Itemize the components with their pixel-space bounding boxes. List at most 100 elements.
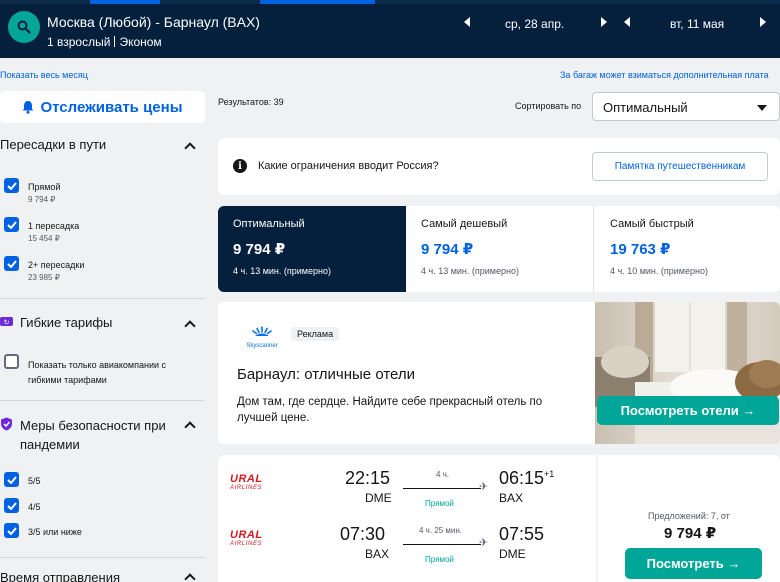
safety-3-checkbox[interactable]	[4, 523, 19, 538]
tab-cheapest[interactable]: Самый дешевый 9 794 ₽ 4 ч. 13 мин. (прим…	[406, 206, 594, 292]
sort-label: Сортировать по	[515, 101, 582, 111]
leg1-stops: Прямой	[425, 499, 454, 508]
one-stop-price: 15 454 ₽	[28, 234, 60, 243]
tab-fastest-price: 19 763 ₽	[610, 241, 671, 258]
safety-title[interactable]: Меры безопасности при пандемии	[20, 416, 180, 454]
route-title[interactable]: Москва (Любой) - Барнаул (BAX)	[47, 14, 260, 30]
view-hotels-button[interactable]: Посмотреть отели →	[597, 396, 779, 425]
ad-badge: Реклама	[291, 327, 340, 341]
details-separator	[114, 36, 116, 47]
cabin-label: Эконом	[119, 35, 162, 49]
leg2-stops: Прямой	[425, 555, 454, 564]
two-plus-stops-label: 2+ пересадки	[28, 260, 85, 270]
info-icon: i	[233, 159, 247, 173]
stops-filter-title[interactable]: Пересадки в пути	[0, 137, 106, 152]
svg-text:↻: ↻	[4, 319, 10, 327]
collapse-stops-chevron-icon[interactable]	[184, 142, 196, 154]
skyscanner-logo: Skyscanner	[240, 324, 284, 349]
dropdown-triangle-icon	[757, 105, 767, 111]
flight-price: 9 794 ₽	[664, 525, 717, 542]
checkmark-icon	[6, 501, 17, 510]
checkmark-icon	[6, 526, 17, 535]
two-plus-stops-checkbox[interactable]	[4, 256, 19, 271]
search-details[interactable]: 1 взрослый Эконом	[47, 35, 162, 49]
track-prices-label: Отслеживать цены	[40, 98, 183, 116]
collapse-safety-chevron-icon[interactable]	[184, 421, 196, 433]
flexible-ticket-icon: ↻	[0, 317, 13, 327]
direct-label: Прямой	[28, 182, 61, 192]
offers-count: Предложений: 7, от	[648, 511, 730, 521]
results-count: Результатов: 39	[218, 97, 284, 107]
return-prev-arrow-icon[interactable]	[624, 17, 630, 27]
flex-only-label: Показать только авиакомпании с гибкими т…	[28, 360, 167, 385]
safety-5-label: 5/5	[28, 476, 41, 486]
leg1-arrival-time-value: 06:15	[499, 468, 545, 488]
airline-logo-sub: AIRLINES	[230, 485, 263, 491]
tab-fastest-name: Самый быстрый	[610, 218, 694, 230]
leg1-next-day: +1	[544, 469, 555, 479]
flex-only-checkbox[interactable]	[4, 354, 19, 369]
safety-3-label: 3/5 или ниже	[28, 527, 82, 537]
view-flight-button[interactable]: Посмотреть →	[625, 548, 762, 579]
checkmark-icon	[6, 259, 17, 268]
show-month-link[interactable]: Показать весь месяц	[0, 70, 88, 80]
search-button[interactable]	[8, 11, 40, 43]
restrictions-question: Какие ограничения вводит Россия?	[258, 160, 439, 172]
baggage-fee-link[interactable]: За багаж может взиматься дополнительная …	[560, 70, 769, 80]
tab-fastest[interactable]: Самый быстрый 19 763 ₽ 4 ч. 10 мин. (при…	[595, 206, 780, 292]
flex-fares-title[interactable]: Гибкие тарифы	[20, 315, 112, 330]
tab-cheapest-name: Самый дешевый	[421, 218, 508, 230]
tab-fastest-time: 4 ч. 10 мин. (примерно)	[610, 266, 708, 276]
shield-icon	[1, 417, 12, 431]
progress-segment	[90, 0, 160, 4]
airline-logo: URAL AIRLINES	[230, 530, 276, 548]
filter-divider	[0, 298, 205, 299]
leg2-route-line	[403, 544, 481, 545]
skyscanner-brand: Skyscanner	[246, 343, 278, 349]
plane-icon: ✈	[479, 481, 489, 493]
leg2-departure-code: BAX	[365, 547, 390, 561]
depart-next-arrow-icon[interactable]	[601, 17, 607, 27]
return-date[interactable]: вт, 11 мая	[670, 17, 724, 31]
sunrise-icon	[252, 326, 272, 336]
ad-title: Барнаул: отличные отели	[237, 366, 416, 383]
passengers-label: 1 взрослый	[47, 35, 111, 49]
collapse-flex-chevron-icon[interactable]	[184, 320, 196, 332]
tab-best[interactable]: Оптимальный 9 794 ₽ 4 ч. 13 мин. (пример…	[218, 206, 406, 292]
airline-logo-name: URAL	[230, 473, 263, 485]
direct-checkbox[interactable]	[4, 178, 19, 193]
header-progress-line	[0, 0, 780, 4]
return-next-arrow-icon[interactable]	[760, 17, 766, 27]
tab-cheapest-price: 9 794 ₽	[421, 241, 474, 258]
airline-logo-name: URAL	[230, 529, 263, 541]
traveller-memo-button[interactable]: Памятка путешественникам	[592, 152, 768, 181]
filter-divider	[0, 400, 205, 401]
leg1-departure-time: 22:15	[345, 468, 391, 488]
safety-4-label: 4/5	[28, 502, 41, 512]
departure-time-title[interactable]: Время отправления	[0, 570, 120, 582]
one-stop-checkbox[interactable]	[4, 217, 19, 232]
collapse-departure-chevron-icon[interactable]	[184, 573, 196, 582]
track-prices-button[interactable]: Отслеживать цены	[0, 91, 205, 123]
one-stop-label: 1 пересадка	[28, 221, 80, 231]
filter-divider	[0, 557, 205, 558]
depart-prev-arrow-icon[interactable]	[464, 17, 470, 27]
search-icon	[17, 20, 31, 34]
tab-best-price: 9 794 ₽	[233, 241, 286, 258]
bell-icon	[22, 101, 34, 114]
checkmark-icon	[6, 181, 17, 190]
leg2-duration: 4 ч. 25 мин.	[419, 526, 463, 535]
leg2-arrival-code: DME	[499, 547, 526, 561]
progress-segment	[260, 0, 375, 4]
leg1-arrival-time: 06:15+1	[499, 468, 554, 489]
depart-date[interactable]: ср, 28 апр.	[505, 17, 564, 31]
sort-select[interactable]: Оптимальный	[592, 92, 780, 121]
safety-5-checkbox[interactable]	[4, 472, 19, 487]
ad-text: Дом там, где сердце. Найдите себе прекра…	[237, 396, 543, 424]
tab-best-time: 4 ч. 13 мин. (примерно)	[233, 266, 331, 276]
safety-4-checkbox[interactable]	[4, 498, 19, 513]
airline-logo: URAL AIRLINES	[230, 474, 276, 492]
direct-price: 9 794 ₽	[28, 195, 56, 204]
leg1-duration: 4 ч.	[436, 470, 450, 479]
airline-logo-sub: AIRLINES	[230, 541, 263, 547]
